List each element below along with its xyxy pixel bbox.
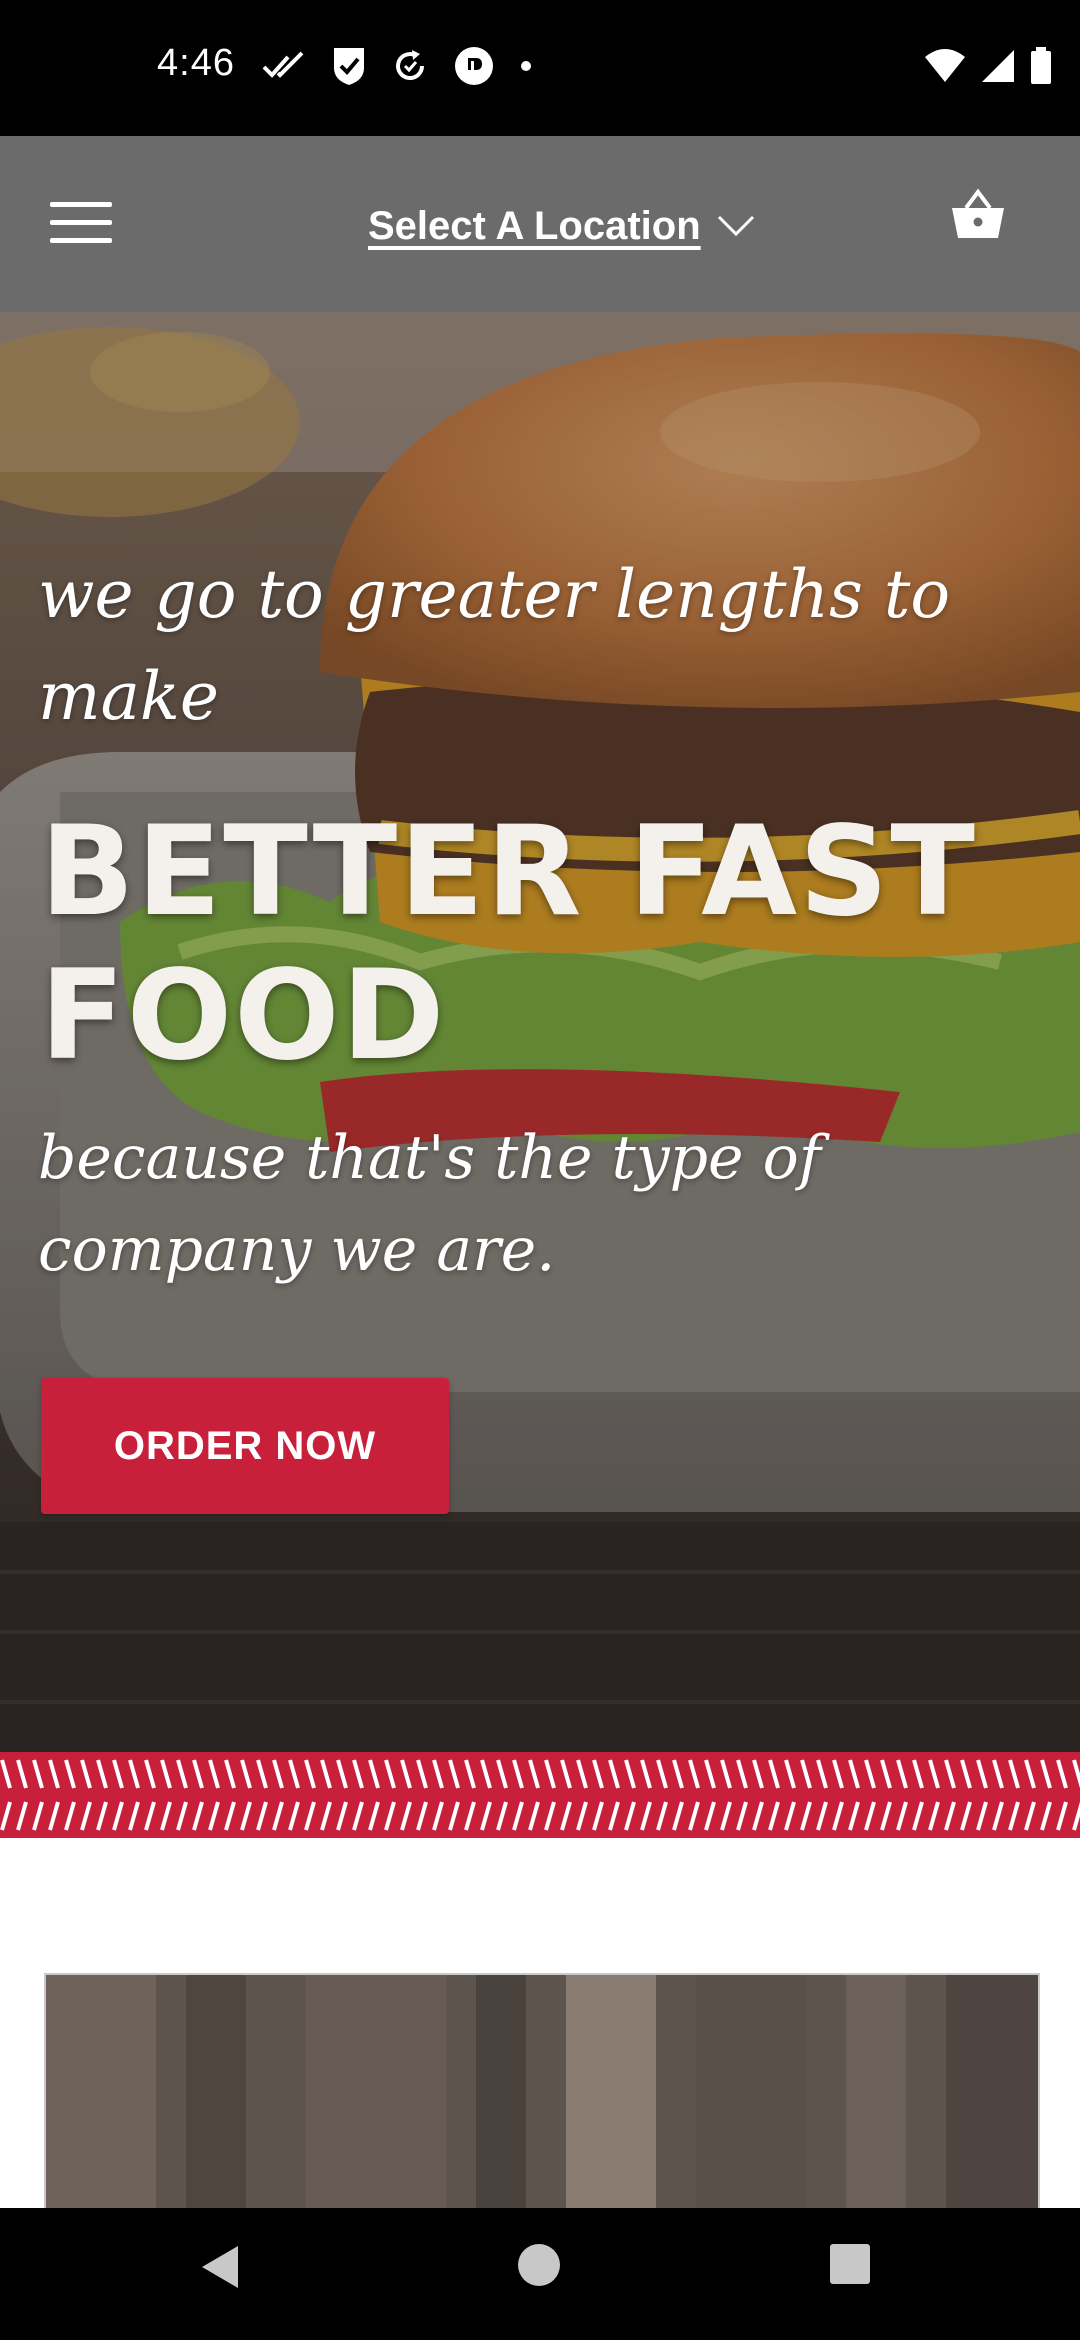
- back-icon: [202, 2246, 238, 2288]
- back-button[interactable]: [196, 2242, 260, 2306]
- hero-banner: we go to greater lengths to make BETTER …: [0, 312, 1080, 1752]
- content-section: [0, 1838, 1080, 2217]
- hero-tagline-bottom: because that's the type of company we ar…: [38, 1123, 821, 1285]
- basket-icon: [952, 188, 1004, 238]
- status-bar: 4:46: [0, 0, 1080, 136]
- promo-card-image: [44, 1973, 1040, 2217]
- status-icons-left: [262, 44, 532, 88]
- hamburger-menu-icon[interactable]: [46, 192, 118, 256]
- battery-icon: [1031, 47, 1051, 84]
- signal-icon: [982, 50, 1014, 82]
- app-header: Select A Location: [0, 136, 1080, 312]
- double-check-icon: [262, 51, 304, 78]
- home-icon: [518, 2244, 560, 2286]
- location-select[interactable]: Select A Location: [368, 194, 755, 258]
- dot-icon: [521, 61, 531, 71]
- hero-headline: BETTER FAST FOOD: [40, 800, 977, 1088]
- system-nav-bar: [0, 2208, 1080, 2340]
- status-time: 4:46: [157, 42, 235, 84]
- recents-button[interactable]: [828, 2242, 892, 2306]
- sync-icon: [396, 50, 424, 80]
- home-button[interactable]: [516, 2242, 580, 2306]
- shield-check-icon: [334, 48, 364, 85]
- hero-tagline-top: we go to greater lengths to make: [38, 556, 951, 735]
- order-now-button[interactable]: ORDER NOW: [41, 1378, 449, 1514]
- app-p-icon: [455, 47, 493, 85]
- status-icons-right: [924, 44, 1052, 88]
- recents-icon: [830, 2244, 870, 2284]
- wifi-icon: [925, 49, 965, 82]
- chevron-down-icon: [717, 215, 754, 237]
- basket-button[interactable]: [950, 188, 1014, 252]
- location-label: Select A Location: [368, 203, 701, 248]
- chevron-stripe: [0, 1752, 1080, 1838]
